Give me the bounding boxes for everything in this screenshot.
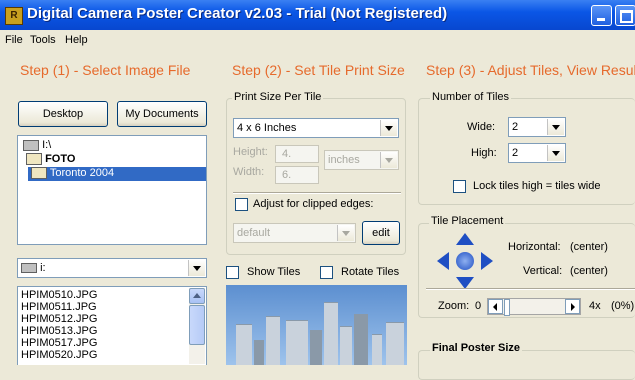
lock-tiles-checkbox[interactable]	[453, 180, 466, 193]
app-icon: R	[5, 7, 23, 25]
folder-toronto-selected[interactable]: Toronto 2004	[28, 167, 206, 181]
unit-value: inches	[328, 154, 360, 166]
zoom-label: Zoom:	[438, 300, 470, 312]
divider	[233, 192, 401, 194]
final-poster-group	[418, 350, 635, 380]
divider	[426, 288, 635, 290]
list-item[interactable]: HPIM0517.JPG	[21, 337, 97, 349]
placement-arrow-pad[interactable]	[437, 233, 493, 289]
show-tiles-label: Show Tiles	[247, 266, 301, 278]
zoom-thumb[interactable]	[504, 299, 510, 316]
zoom-max: 4x	[589, 300, 601, 312]
zoom-decrease-icon[interactable]	[488, 299, 503, 314]
scroll-thumb[interactable]	[189, 305, 205, 345]
menu-tools[interactable]: Tools	[30, 34, 56, 46]
step2-title: Step (2) - Set Tile Print Size	[232, 62, 405, 78]
folder-foto[interactable]: FOTO	[26, 153, 76, 166]
list-item[interactable]: HPIM0511.JPG	[21, 301, 97, 313]
chevron-down-icon[interactable]	[547, 145, 564, 161]
menu-help[interactable]: Help	[65, 34, 88, 46]
width-label: Width:	[233, 166, 265, 178]
zoom-increase-icon[interactable]	[565, 299, 580, 314]
vertical-value: (center)	[570, 265, 608, 277]
center-icon[interactable]	[456, 252, 474, 270]
folder-label: Toronto 2004	[49, 167, 115, 179]
list-item[interactable]: HPIM0512.JPG	[21, 313, 97, 325]
wide-label: Wide:	[467, 121, 496, 133]
chevron-down-icon[interactable]	[380, 152, 397, 168]
final-poster-label: Final Poster Size	[430, 342, 523, 354]
step3-title: Step (3) - Adjust Tiles, View Result	[426, 62, 635, 78]
rotate-tiles-label: Rotate Tiles	[341, 266, 400, 278]
adjust-clipped-checkbox[interactable]	[235, 198, 248, 211]
maximize-button[interactable]	[615, 5, 635, 26]
file-list-scrollbar[interactable]	[189, 288, 205, 364]
drive-icon	[21, 263, 37, 274]
arrow-up-icon[interactable]	[456, 233, 474, 245]
print-size-select[interactable]: 4 x 6 Inches	[233, 118, 399, 138]
folder-root[interactable]: I:\	[23, 139, 51, 151]
menu-file[interactable]: File	[5, 34, 23, 46]
high-value: 2	[512, 147, 519, 159]
arrow-right-icon[interactable]	[481, 252, 493, 270]
desktop-button[interactable]: Desktop	[18, 101, 108, 127]
height-input[interactable]: 4.	[275, 145, 319, 163]
folder-tree[interactable]: I:\ FOTO Toronto 2004	[17, 135, 207, 245]
title-bar[interactable]: R Digital Camera Poster Creator v2.03 - …	[0, 0, 635, 30]
horizontal-label: Horizontal:	[508, 241, 561, 253]
rotate-tiles-checkbox[interactable]	[320, 266, 333, 279]
chevron-down-icon[interactable]	[337, 225, 354, 241]
scroll-up-icon[interactable]	[189, 288, 205, 304]
folder-label: FOTO	[45, 153, 76, 165]
high-select[interactable]: 2	[508, 143, 566, 163]
width-input[interactable]: 6.	[275, 166, 319, 184]
window-title: Digital Camera Poster Creator v2.03 - Tr…	[27, 5, 448, 22]
print-size-value: 4 x 6 Inches	[237, 122, 297, 134]
wide-value: 2	[512, 121, 519, 133]
wide-select[interactable]: 2	[508, 117, 566, 137]
open-folder-icon	[31, 167, 47, 180]
step1-title: Step (1) - Select Image File	[20, 62, 191, 78]
chevron-down-icon[interactable]	[380, 120, 397, 136]
show-tiles-checkbox[interactable]	[226, 266, 239, 279]
adjust-mode-value: default	[237, 227, 271, 239]
arrow-left-icon[interactable]	[437, 252, 449, 270]
my-documents-button[interactable]: My Documents	[117, 101, 207, 127]
edit-button[interactable]: edit	[362, 221, 400, 245]
chevron-down-icon[interactable]	[188, 260, 205, 276]
high-label: High:	[471, 147, 497, 159]
print-size-group-label: Print Size Per Tile	[232, 91, 324, 103]
menu-bar: File Tools Help	[0, 30, 635, 50]
list-item[interactable]: HPIM0513.JPG	[21, 325, 97, 337]
minimize-button[interactable]	[591, 5, 612, 26]
file-list[interactable]: HPIM0510.JPG HPIM0511.JPG HPIM0512.JPG H…	[17, 286, 207, 365]
horizontal-value: (center)	[570, 241, 608, 253]
chevron-down-icon[interactable]	[547, 119, 564, 135]
lock-tiles-label: Lock tiles high = tiles wide	[473, 180, 601, 192]
tiles-group-label: Number of Tiles	[430, 91, 512, 103]
placement-group-label: Tile Placement	[429, 215, 506, 227]
drive-select[interactable]: i:	[17, 258, 207, 278]
height-label: Height:	[233, 146, 268, 158]
adjust-mode-select[interactable]: default	[233, 223, 356, 243]
unit-select[interactable]: inches	[324, 150, 399, 170]
open-folder-icon	[26, 153, 42, 166]
list-item[interactable]: HPIM0510.JPG	[21, 289, 97, 301]
adjust-clipped-label: Adjust for clipped edges:	[253, 198, 374, 210]
drive-value: i:	[40, 262, 46, 274]
zoom-slider[interactable]	[487, 298, 581, 316]
list-item[interactable]: HPIM0520.JPG	[21, 349, 97, 361]
drive-icon	[23, 139, 39, 151]
vertical-label: Vertical:	[523, 265, 563, 277]
folder-label: I:\	[42, 139, 52, 151]
image-preview[interactable]	[226, 285, 407, 365]
zoom-percent: (0%)	[611, 300, 635, 312]
zoom-min: 0	[475, 300, 482, 312]
